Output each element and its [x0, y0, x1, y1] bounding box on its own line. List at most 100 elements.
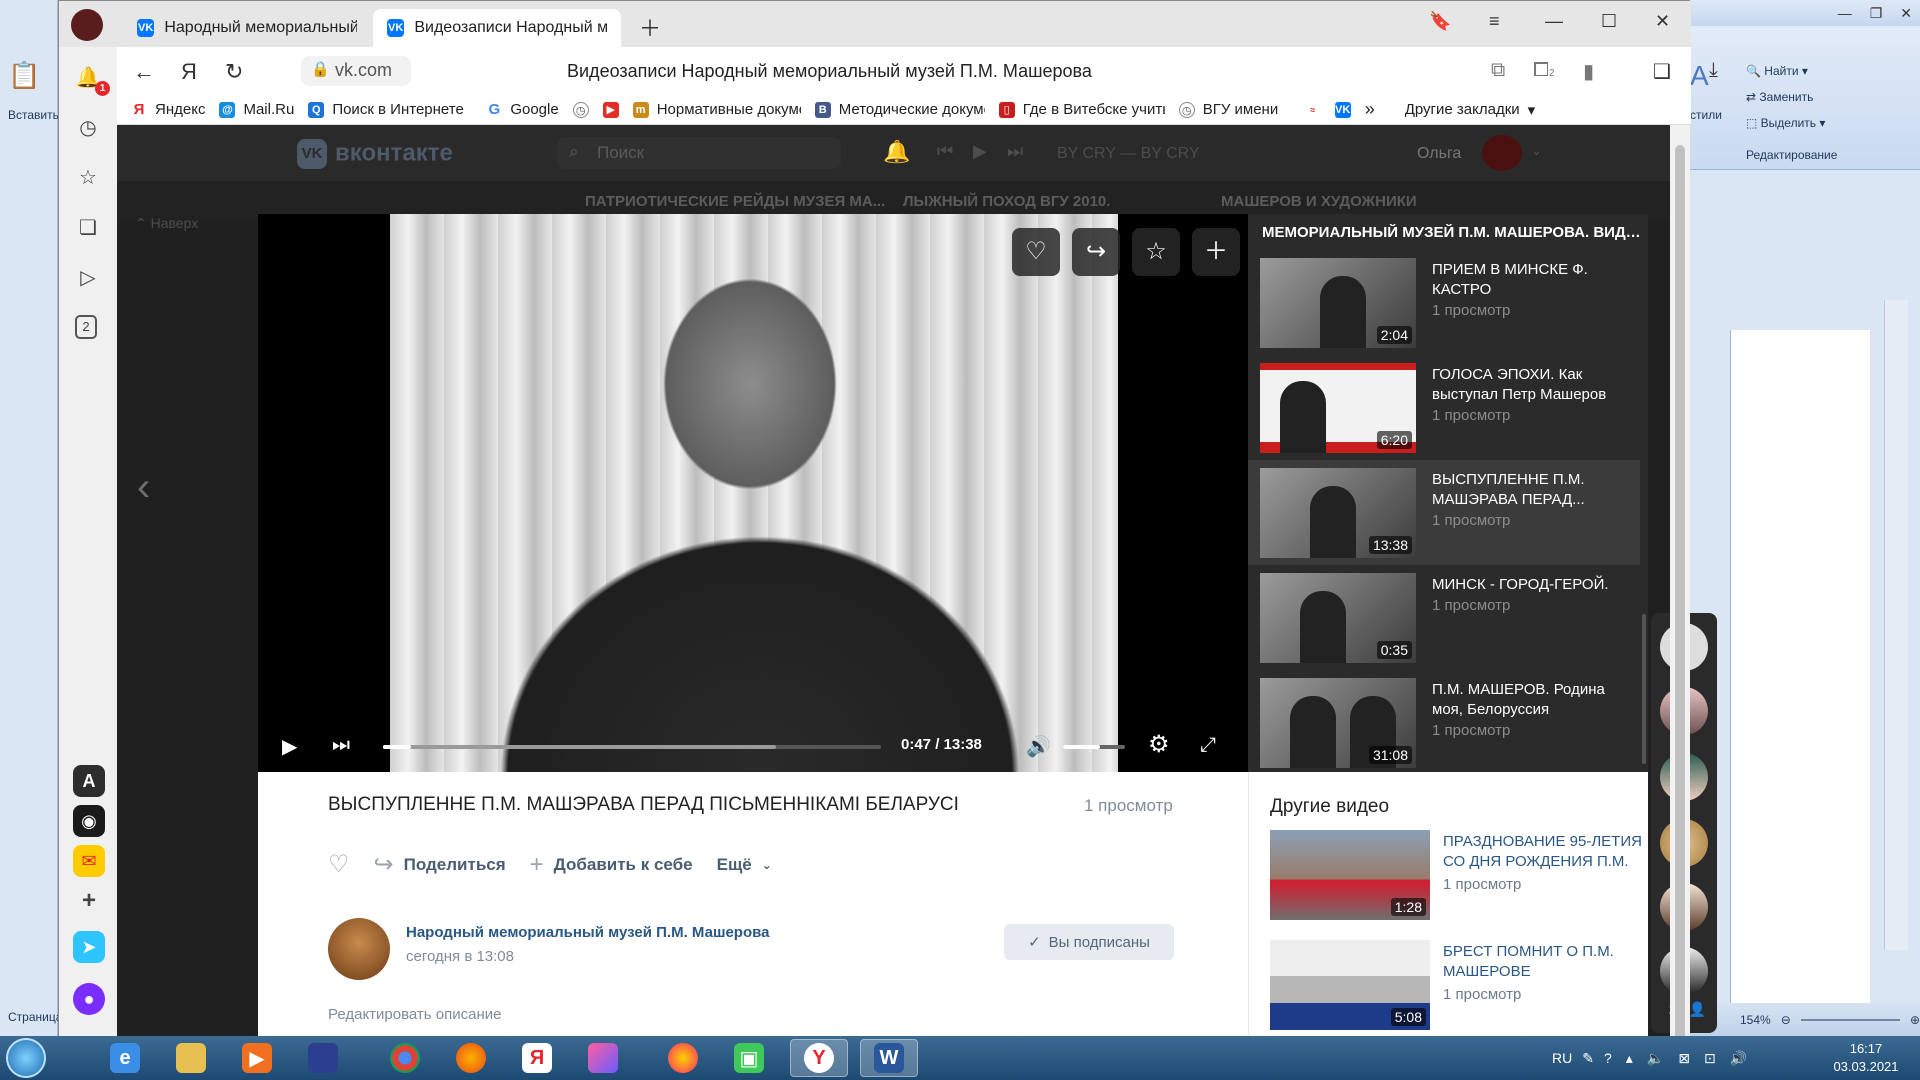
bookmark-vgu[interactable]: ◷ ВГУ имени	[1178, 101, 1291, 118]
video-player[interactable]: ♡ ↪ ☆ ＋ ▶ ⏭ 0:47 / 13:38 🔊 ⚙ ⤢	[258, 214, 1248, 772]
bookmark-normative[interactable]: m Нормативные документы	[632, 101, 801, 118]
bell-icon[interactable]: 🔔	[883, 139, 910, 165]
bookmark-panel-icon[interactable]: 🔖	[1429, 11, 1451, 32]
mail-icon[interactable]: ✉	[73, 845, 105, 877]
user-name[interactable]: Ольга	[1417, 145, 1461, 163]
taskbar-firefox-2[interactable]	[654, 1039, 712, 1077]
subnav-album-3[interactable]: МАШЕРОВ И ХУДОЖНИКИ	[1221, 193, 1417, 210]
reload-icon[interactable]: ↻	[225, 59, 243, 85]
chevron-down-icon[interactable]: ⌄	[1531, 143, 1542, 159]
paste-icon[interactable]: 📋	[8, 60, 40, 91]
bookmark-clock[interactable]: ◷	[572, 101, 589, 118]
messenger-icon[interactable]: ➤	[73, 931, 105, 963]
bookmark-yandex[interactable]: Я Яндекс	[131, 101, 206, 118]
next-track-icon[interactable]: ⏭	[1007, 141, 1023, 162]
like-heart-icon[interactable]: ♡	[1012, 228, 1060, 276]
playlist-item[interactable]: 31:08 П.М. МАШЕРОВ. Родина моя, Белорусс…	[1248, 670, 1640, 775]
bookmark-search[interactable]: Q Поиск в Интернете	[308, 101, 472, 118]
star-icon[interactable]: ☆	[75, 165, 101, 191]
fullscreen-icon[interactable]: ⤢	[1200, 734, 1216, 757]
taskbar-cam[interactable]: ▣	[720, 1039, 778, 1077]
minimize-icon[interactable]: —	[1545, 11, 1563, 32]
avatar[interactable]	[1482, 135, 1522, 171]
new-tab-icon[interactable]: ＋	[639, 11, 661, 43]
maximize-icon[interactable]: ☐	[1601, 11, 1617, 32]
taskbar-yandex[interactable]: Я	[508, 1039, 566, 1077]
url-field[interactable]: 🔒 vk.com	[301, 56, 411, 86]
clock[interactable]: 16:17 03.03.2021	[1826, 1040, 1906, 1076]
zoom-slider[interactable]	[1800, 1018, 1900, 1021]
taskbar-word[interactable]: W	[860, 1039, 918, 1077]
other-video-item[interactable]: 5:08 БРЕСТ ПОМНИТ О П.М. МАШЕРОВЕ 1 прос…	[1270, 940, 1640, 1030]
taskbar-ie[interactable]: e	[96, 1039, 154, 1077]
star-icon[interactable]: ☆	[1132, 228, 1180, 276]
taskbar-polygon[interactable]	[574, 1039, 632, 1077]
bookmark-method[interactable]: B Методические документы	[814, 101, 985, 118]
zoom-out-icon[interactable]: ⊖	[1781, 1013, 1791, 1027]
yandex-icon[interactable]: Я	[181, 59, 197, 85]
author-name[interactable]: Народный мемориальный музей П.М. Машеров…	[406, 924, 770, 941]
speaker-warning-icon[interactable]: 🔈	[1647, 1050, 1664, 1067]
other-bookmarks[interactable]: Другие закладки ▾	[1405, 101, 1535, 119]
play-circle-icon[interactable]: ▷	[75, 265, 101, 291]
browser-profile-icon[interactable]	[71, 9, 103, 41]
language-indicator[interactable]: RU	[1552, 1050, 1572, 1066]
zoom-in-icon[interactable]: ⊕	[1910, 1013, 1920, 1027]
more-button[interactable]: Ещё ⌄	[717, 855, 772, 875]
edit-description-link[interactable]: Редактировать описание	[328, 1006, 501, 1023]
find-button[interactable]: 🔍 Найти ▾	[1746, 64, 1808, 78]
back-icon[interactable]: ←	[133, 59, 155, 85]
taskbar-media[interactable]: ▶	[228, 1039, 286, 1077]
help-icon[interactable]: ?	[1604, 1050, 1612, 1066]
taskbar-yandex-browser[interactable]: Y	[790, 1039, 848, 1077]
word-document-page[interactable]	[1730, 330, 1870, 1036]
volume-slider[interactable]	[1063, 745, 1125, 749]
tabs-icon[interactable]: ⧠2	[1533, 59, 1555, 82]
playlist-item[interactable]: 2:04 ПРИЕМ В МИНСКЕ Ф. КАСТРО 1 просмотр	[1248, 250, 1640, 355]
keyboard-icon[interactable]: ✎	[1582, 1050, 1594, 1067]
page-scrollbar[interactable]	[1670, 125, 1690, 1045]
other-video-item[interactable]: 1:28 ПРАЗДНОВАНИЕ 95-ЛЕТИЯ СО ДНЯ РОЖДЕН…	[1270, 830, 1642, 920]
bookmark-google[interactable]: G Google	[486, 101, 558, 118]
menu-icon[interactable]: ≡	[1489, 11, 1500, 32]
progress-bar[interactable]	[383, 745, 881, 749]
like-button[interactable]: ♡	[328, 850, 350, 879]
taskbar-explorer[interactable]	[162, 1039, 220, 1077]
collections-icon[interactable]: ❏	[75, 215, 101, 241]
bookmark-icon[interactable]: ▮	[1583, 59, 1594, 84]
alice-icon[interactable]: ●	[73, 983, 105, 1015]
author-avatar[interactable]	[328, 918, 390, 980]
more-bookmarks-chevron-icon[interactable]: »	[1365, 99, 1375, 120]
styles-icon[interactable]: A	[1690, 60, 1709, 92]
tab-videos[interactable]: VK Видеозаписи Народный мемориальный муз…	[373, 9, 621, 47]
start-button[interactable]	[6, 1038, 46, 1078]
bookmark-youtube[interactable]: ▶	[602, 101, 619, 118]
close-icon[interactable]: ✕	[1900, 5, 1912, 22]
playlist-item-current[interactable]: 13:38 ВЫСПУПЛЕННЕ П.М. МАШЭРАВА ПЕРАД...…	[1248, 460, 1640, 565]
volume-icon[interactable]: 🔊	[1730, 1050, 1747, 1067]
alice-app-icon[interactable]: ◉	[73, 805, 105, 837]
download-icon[interactable]: ⤓	[1709, 59, 1718, 82]
taskbar-firefox[interactable]	[442, 1039, 500, 1077]
play-icon[interactable]: ▶	[282, 734, 297, 759]
close-icon[interactable]: ✕	[1655, 11, 1670, 32]
minimize-icon[interactable]: —	[1838, 5, 1852, 21]
playlist-item[interactable]: 0:35 МИНСК - ГОРОД-ГЕРОЙ. 1 просмотр	[1248, 565, 1640, 670]
taskbar-chrome[interactable]	[376, 1039, 434, 1077]
share-button[interactable]: ↪ Поделиться	[374, 850, 506, 879]
play-icon[interactable]: ▶	[973, 141, 987, 162]
tab-museum[interactable]: VK Народный мемориальный музей П.М. Маше…	[123, 9, 371, 47]
share-icon[interactable]: ↪	[1072, 228, 1120, 276]
scrollbar-thumb[interactable]	[1675, 145, 1685, 1045]
add-icon[interactable]: ＋	[1192, 228, 1240, 276]
bookmark-brand[interactable]: ≈	[1305, 102, 1321, 118]
volume-icon[interactable]: 🔊	[1026, 734, 1051, 759]
replace-button[interactable]: ⇄ Заменить	[1746, 90, 1813, 104]
playlist-title[interactable]: МЕМОРИАЛЬНЫЙ МУЗЕЙ П.М. МАШЕРОВА. ВИДЕОЗ…	[1262, 224, 1642, 241]
reader-icon[interactable]: ❑	[1653, 59, 1671, 84]
previous-track-icon[interactable]: ⏮	[937, 141, 953, 162]
taskbar-save[interactable]	[294, 1039, 352, 1077]
vk-search-input[interactable]: ⌕ Поиск	[557, 137, 841, 169]
tabs-count-icon[interactable]: 2	[75, 315, 97, 339]
word-scrollbar[interactable]	[1884, 300, 1908, 950]
